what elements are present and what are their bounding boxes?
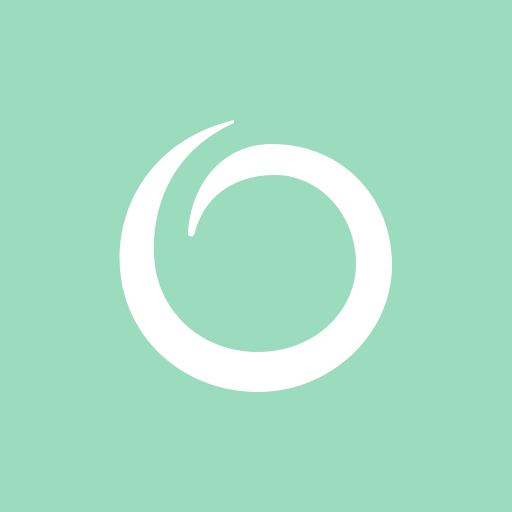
- app-icon: [0, 0, 512, 512]
- swirl-logo-icon: [119, 120, 392, 392]
- swirl-mark: [119, 120, 392, 392]
